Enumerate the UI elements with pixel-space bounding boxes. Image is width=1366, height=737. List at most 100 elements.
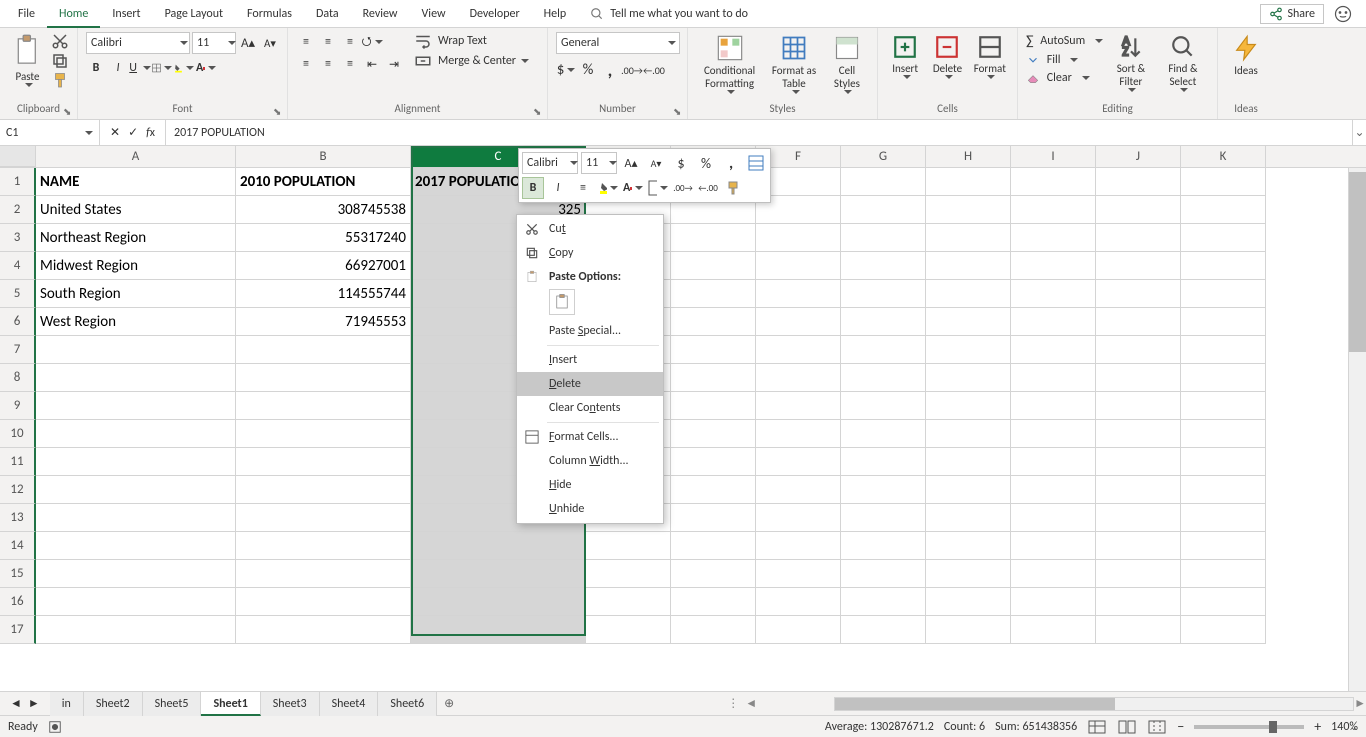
- align-left-icon[interactable]: ≡: [296, 54, 316, 74]
- cell-B5[interactable]: 114555744: [236, 280, 411, 308]
- cell-I8[interactable]: [1011, 364, 1096, 392]
- sheet-nav-next-icon[interactable]: ►: [28, 696, 40, 711]
- mini-decrease-decimal-icon[interactable]: ←.00: [697, 177, 719, 199]
- cell-E12[interactable]: [671, 476, 756, 504]
- row-header-15[interactable]: 15: [0, 560, 36, 588]
- cell-K2[interactable]: [1181, 196, 1266, 224]
- cell-J2[interactable]: [1096, 196, 1181, 224]
- cell-C17[interactable]: [411, 616, 586, 644]
- mini-align-icon[interactable]: ≡: [572, 177, 594, 199]
- cell-F9[interactable]: [756, 392, 841, 420]
- cell-I14[interactable]: [1011, 532, 1096, 560]
- cell-K12[interactable]: [1181, 476, 1266, 504]
- cell-I17[interactable]: [1011, 616, 1096, 644]
- cell-A17[interactable]: [36, 616, 236, 644]
- cell-I15[interactable]: [1011, 560, 1096, 588]
- ctx-paste-default[interactable]: [549, 289, 575, 315]
- cell-H5[interactable]: [926, 280, 1011, 308]
- cell-A1[interactable]: NAME: [36, 168, 236, 196]
- fill-color-button[interactable]: [174, 58, 194, 78]
- tab-page-layout[interactable]: Page Layout: [153, 0, 235, 28]
- mini-comma-icon[interactable]: ,: [720, 152, 742, 174]
- row-header-3[interactable]: 3: [0, 224, 36, 252]
- cell-F4[interactable]: [756, 252, 841, 280]
- ctx-insert[interactable]: Insert: [517, 348, 663, 372]
- find-select-button[interactable]: Find & Select: [1159, 32, 1207, 92]
- underline-button[interactable]: U: [130, 58, 150, 78]
- zoom-slider[interactable]: [1194, 725, 1304, 729]
- cell-G17[interactable]: [841, 616, 926, 644]
- cell-B7[interactable]: [236, 336, 411, 364]
- cell-B8[interactable]: [236, 364, 411, 392]
- cell-I4[interactable]: [1011, 252, 1096, 280]
- cell-K16[interactable]: [1181, 588, 1266, 616]
- cell-J6[interactable]: [1096, 308, 1181, 336]
- cell-E9[interactable]: [671, 392, 756, 420]
- sheet-tab-Sheet1[interactable]: Sheet1: [201, 692, 260, 716]
- tab-view[interactable]: View: [410, 0, 458, 28]
- cell-B14[interactable]: [236, 532, 411, 560]
- mini-percent-icon[interactable]: %: [695, 152, 717, 174]
- cell-E5[interactable]: [671, 280, 756, 308]
- cell-J9[interactable]: [1096, 392, 1181, 420]
- copy-icon[interactable]: [51, 52, 69, 70]
- cut-icon[interactable]: [51, 32, 69, 50]
- share-button[interactable]: Share: [1260, 4, 1324, 24]
- cell-D15[interactable]: [586, 560, 671, 588]
- format-painter-icon[interactable]: [51, 72, 69, 90]
- formula-input[interactable]: 2017 POPULATION: [166, 126, 1352, 140]
- cell-D14[interactable]: [586, 532, 671, 560]
- cell-I2[interactable]: [1011, 196, 1096, 224]
- borders-button[interactable]: [152, 58, 172, 78]
- font-size-combo[interactable]: [192, 32, 236, 54]
- ctx-clear-contents[interactable]: Clear Contents: [517, 396, 663, 420]
- tab-developer[interactable]: Developer: [458, 0, 532, 28]
- cell-B16[interactable]: [236, 588, 411, 616]
- cell-F13[interactable]: [756, 504, 841, 532]
- horizontal-scrollbar[interactable]: [834, 697, 1354, 711]
- row-header-8[interactable]: 8: [0, 364, 36, 392]
- align-right-icon[interactable]: ≡: [340, 54, 360, 74]
- row-header-17[interactable]: 17: [0, 616, 36, 644]
- cell-A6[interactable]: West Region: [36, 308, 236, 336]
- sheet-tab-Sheet3[interactable]: Sheet3: [261, 692, 320, 716]
- ideas-button[interactable]: Ideas: [1226, 32, 1266, 77]
- wrap-text-button[interactable]: Wrap Text: [414, 32, 529, 50]
- row-header-9[interactable]: 9: [0, 392, 36, 420]
- collapse-ribbon-icon[interactable]: ⌄: [1346, 718, 1362, 735]
- row-header-12[interactable]: 12: [0, 476, 36, 504]
- cell-J11[interactable]: [1096, 448, 1181, 476]
- name-box[interactable]: C1: [0, 120, 100, 145]
- ctx-delete[interactable]: Delete: [517, 372, 663, 396]
- cell-D16[interactable]: [586, 588, 671, 616]
- cell-J10[interactable]: [1096, 420, 1181, 448]
- cell-B6[interactable]: 71945553: [236, 308, 411, 336]
- ctx-unhide[interactable]: Unhide: [517, 497, 663, 521]
- sort-filter-button[interactable]: AZSort & Filter: [1107, 32, 1155, 92]
- cell-A15[interactable]: [36, 560, 236, 588]
- cell-A16[interactable]: [36, 588, 236, 616]
- cell-A12[interactable]: [36, 476, 236, 504]
- cell-K10[interactable]: [1181, 420, 1266, 448]
- cell-G12[interactable]: [841, 476, 926, 504]
- paste-button[interactable]: Paste: [8, 32, 47, 87]
- cell-J4[interactable]: [1096, 252, 1181, 280]
- cell-A14[interactable]: [36, 532, 236, 560]
- cell-J1[interactable]: [1096, 168, 1181, 196]
- mini-format-painter-icon[interactable]: [722, 177, 744, 199]
- sheet-tab-Sheet5[interactable]: Sheet5: [143, 692, 202, 716]
- cell-J5[interactable]: [1096, 280, 1181, 308]
- cell-C15[interactable]: [411, 560, 586, 588]
- cell-E14[interactable]: [671, 532, 756, 560]
- orientation-icon[interactable]: ⭯: [362, 32, 382, 52]
- cell-A5[interactable]: South Region: [36, 280, 236, 308]
- sheet-tab-Sheet2[interactable]: Sheet2: [84, 692, 143, 716]
- column-header-G[interactable]: G: [841, 146, 926, 167]
- tell-me-search[interactable]: Tell me what you want to do: [590, 7, 748, 21]
- cell-K15[interactable]: [1181, 560, 1266, 588]
- column-header-H[interactable]: H: [926, 146, 1011, 167]
- percent-format-icon[interactable]: %: [578, 60, 598, 80]
- decrease-indent-icon[interactable]: ⇤: [362, 54, 382, 74]
- cell-B11[interactable]: [236, 448, 411, 476]
- cell-G4[interactable]: [841, 252, 926, 280]
